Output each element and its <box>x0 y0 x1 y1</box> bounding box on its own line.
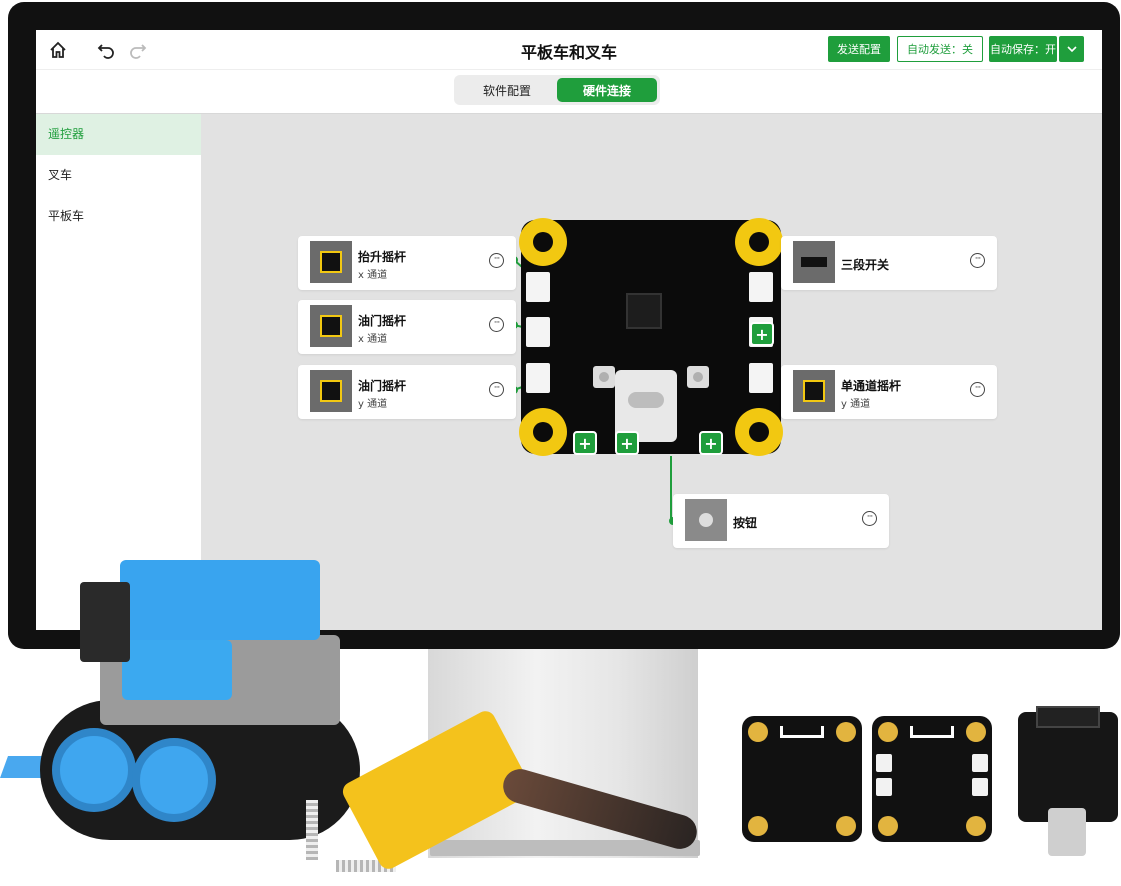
switch-thumb <box>793 241 835 283</box>
device-card-single-stick[interactable]: 单通道摇杆 y 通道 ··· <box>781 365 997 419</box>
device-card-three-switch[interactable]: 三段开关 ··· <box>781 236 997 290</box>
port-connector <box>526 272 550 302</box>
hardware-canvas: + + + + 抬升摇杆 x 通道 ··· 油门摇杆 x 通道 ··· 油门摇杆… <box>201 114 1102 630</box>
add-port-k4-button[interactable]: + <box>699 431 723 455</box>
add-port-right-button[interactable]: + <box>750 322 774 346</box>
more-icon[interactable]: ··· <box>489 382 504 397</box>
robot-top <box>120 560 320 640</box>
port-connector <box>526 317 550 347</box>
button-thumb <box>685 499 727 541</box>
device-channel: y 通道 <box>358 399 388 410</box>
joystick-thumb <box>310 305 352 347</box>
joystick-thumb <box>310 241 352 283</box>
robot-wheel <box>52 728 136 812</box>
auto-send-toggle[interactable]: 自动发送：关 <box>897 36 983 62</box>
add-port-k1-button[interactable]: + <box>573 431 597 455</box>
send-config-button[interactable]: 发送配置 <box>828 36 890 62</box>
device-channel: x 通道 <box>358 334 388 345</box>
device-card-button[interactable]: 按钮 ··· <box>673 494 889 548</box>
servo-motor <box>80 582 130 662</box>
more-icon[interactable]: ··· <box>862 511 877 526</box>
add-port-usb-button[interactable]: + <box>615 431 639 455</box>
sidebar-item-flatcar[interactable]: 平板车 <box>36 196 201 237</box>
device-name: 单通道摇杆 <box>841 379 902 393</box>
mcu-chip <box>626 293 662 329</box>
robot-wheel <box>132 738 216 822</box>
auto-save-toggle[interactable]: 自动保存：开 <box>989 36 1057 62</box>
device-channel: x 通道 <box>358 270 388 281</box>
port-connector <box>749 272 773 302</box>
tab-bar: 软件配置 硬件连接 <box>36 70 1102 114</box>
device-name: 油门摇杆 <box>358 379 407 393</box>
device-card-lift-stick[interactable]: 抬升摇杆 x 通道 ··· <box>298 236 516 290</box>
joystick-thumb <box>793 370 835 412</box>
port-connector <box>749 363 773 393</box>
controller-board <box>519 218 783 456</box>
device-card-throttle-y[interactable]: 油门摇杆 y 通道 ··· <box>298 365 516 419</box>
sidebar-item-forklift[interactable]: 叉车 <box>36 155 201 196</box>
mount-hole <box>735 408 783 456</box>
device-name: 抬升摇杆 <box>358 250 407 264</box>
tab-switcher: 软件配置 硬件连接 <box>454 75 660 105</box>
device-channel: y 通道 <box>841 399 871 410</box>
device-name: 三段开关 <box>841 258 890 272</box>
app-header: 平板车和叉车 发送配置 自动发送：关 自动保存：开 <box>36 30 1102 70</box>
reset-switch <box>593 366 615 388</box>
mount-hole <box>519 218 567 266</box>
more-icon[interactable]: ··· <box>489 317 504 332</box>
pcb-board-small <box>1018 706 1118 856</box>
pcb-board <box>742 716 862 842</box>
device-name: 按钮 <box>733 516 758 530</box>
more-icon[interactable]: ··· <box>489 253 504 268</box>
more-icon[interactable]: ··· <box>970 382 985 397</box>
port-connector <box>526 363 550 393</box>
sidebar-item-remote[interactable]: 遥控器 <box>36 114 201 155</box>
tab-hardware-connect[interactable]: 硬件连接 <box>557 78 657 102</box>
key-switch <box>687 366 709 388</box>
chevron-down-icon[interactable] <box>1059 36 1084 62</box>
tab-software-config[interactable]: 软件配置 <box>457 78 557 102</box>
device-card-throttle-x[interactable]: 油门摇杆 x 通道 ··· <box>298 300 516 354</box>
sidebar: 遥控器 叉车 平板车 <box>36 114 201 630</box>
device-name: 油门摇杆 <box>358 314 407 328</box>
mount-hole <box>735 218 783 266</box>
monitor-frame: 平板车和叉车 发送配置 自动发送：关 自动保存：开 软件配置 硬件连接 遥控器 … <box>8 2 1120 649</box>
spring <box>306 800 318 860</box>
pcb-board <box>872 716 992 842</box>
app-screen: 平板车和叉车 发送配置 自动发送：关 自动保存：开 软件配置 硬件连接 遥控器 … <box>36 30 1102 630</box>
joystick-thumb <box>310 370 352 412</box>
more-icon[interactable]: ··· <box>970 253 985 268</box>
mount-hole <box>519 408 567 456</box>
robot-frame <box>122 640 232 700</box>
